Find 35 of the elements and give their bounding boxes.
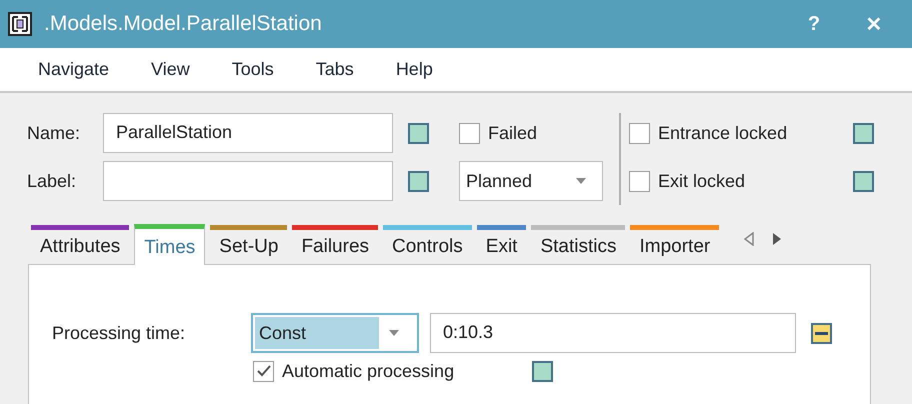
tab[interactable]: Times (134, 224, 206, 265)
inheritance-indicator[interactable] (408, 170, 429, 192)
checkbox-label: Exit locked (658, 170, 746, 192)
checkbox-label: Entrance locked (658, 122, 788, 144)
scroll-right-icon[interactable] (772, 232, 782, 246)
failed-checkbox[interactable] (459, 122, 480, 144)
menu-item[interactable]: View (138, 59, 203, 80)
automatic-processing-checkbox[interactable] (253, 360, 274, 382)
inheritance-indicator[interactable] (853, 122, 874, 144)
window-title: .Models.Model.ParallelStation (44, 12, 323, 36)
inheritance-indicator[interactable] (811, 322, 832, 344)
field-label: Processing time: (52, 322, 186, 344)
inheritance-indicator[interactable] (408, 122, 429, 144)
caret-icon (389, 330, 399, 336)
checkbox-label: Automatic processing (282, 360, 454, 382)
availability-dropdown[interactable]: Planned (459, 161, 603, 201)
exit-locked-checkbox[interactable] (629, 170, 650, 192)
inheritance-indicator[interactable] (853, 170, 874, 192)
caret-icon (576, 178, 586, 184)
checkmark-icon (256, 365, 270, 377)
field-label: Name: (27, 122, 82, 144)
menu-item[interactable]: Tools (218, 59, 287, 80)
menu-item[interactable]: Tabs (302, 59, 367, 80)
inheritance-indicator[interactable] (532, 360, 553, 382)
processing-time-field[interactable]: 0:10.3 (430, 313, 796, 353)
entrance-locked-checkbox[interactable] (629, 122, 650, 144)
distribution-dropdown[interactable]: Const (251, 313, 419, 353)
menu-item[interactable]: Help (382, 59, 446, 80)
checkbox-label: Failed (488, 122, 538, 144)
name-field[interactable]: ParallelStation (103, 113, 393, 153)
label-field[interactable] (103, 161, 393, 201)
menu-item[interactable]: Navigate (25, 59, 122, 80)
field-label: Label: (27, 170, 78, 192)
app-icon (8, 12, 32, 36)
scroll-left-icon[interactable] (744, 232, 754, 246)
